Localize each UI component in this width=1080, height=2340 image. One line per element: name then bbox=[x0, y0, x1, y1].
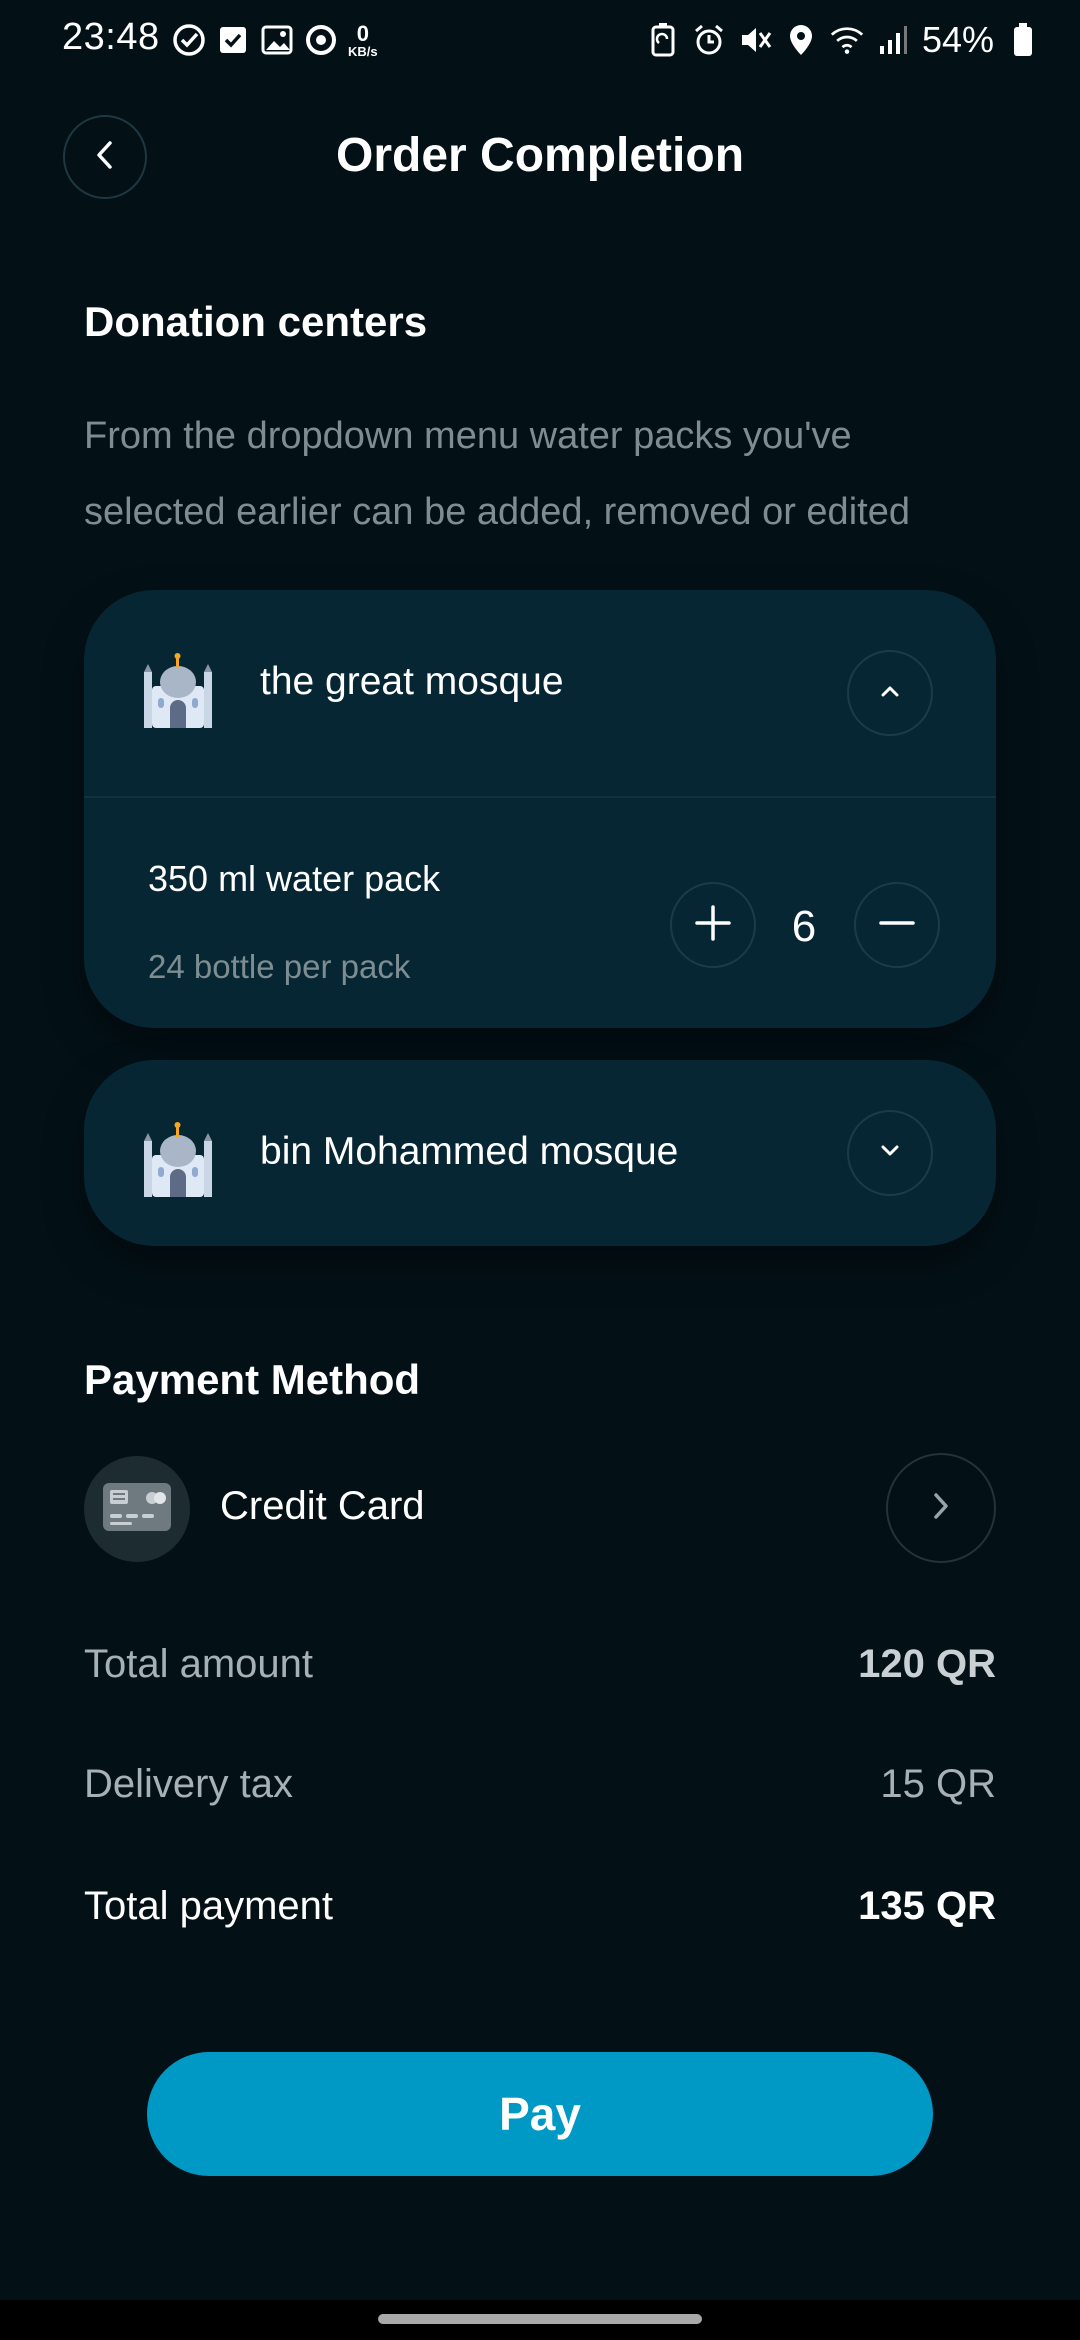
chevron-right-icon bbox=[932, 1491, 950, 1526]
mute-icon bbox=[738, 23, 772, 57]
sync-icon bbox=[304, 23, 338, 57]
plus-icon bbox=[693, 903, 733, 948]
delivery-tax-value: 15 QR bbox=[880, 1762, 996, 1806]
donation-center-name: the great mosque bbox=[260, 660, 564, 703]
card-divider bbox=[84, 796, 996, 798]
wifi-icon bbox=[830, 23, 864, 57]
status-icons-right: 54% bbox=[646, 18, 1040, 62]
network-speed: 0 KB/s bbox=[348, 20, 378, 59]
expand-button[interactable] bbox=[847, 1110, 933, 1196]
donation-centers-title: Donation centers bbox=[84, 298, 428, 345]
check-box-icon bbox=[216, 23, 250, 57]
total-payment-label: Total payment bbox=[84, 1884, 334, 1928]
delivery-tax-label: Delivery tax bbox=[84, 1762, 293, 1806]
payment-method-title: Payment Method bbox=[84, 1356, 421, 1403]
increase-quantity-button[interactable] bbox=[670, 882, 756, 968]
total-amount-value: 120 QR bbox=[858, 1642, 996, 1686]
donation-center-card[interactable]: bin Mohammed mosque bbox=[84, 1060, 996, 1246]
donation-center-name: bin Mohammed mosque bbox=[260, 1130, 679, 1173]
alarm-icon bbox=[692, 23, 726, 57]
check-circle-icon bbox=[172, 23, 206, 57]
credit-card-icon-wrap bbox=[84, 1456, 190, 1562]
signal-icon bbox=[876, 23, 910, 57]
page-title: Order Completion bbox=[335, 129, 745, 182]
total-amount-label: Total amount bbox=[84, 1642, 314, 1686]
battery-icon bbox=[1006, 23, 1040, 57]
status-bar: 23:48 0 KB/s 54% bbox=[0, 0, 1080, 80]
quantity-value: 6 bbox=[791, 902, 817, 951]
mosque-icon bbox=[124, 1105, 220, 1206]
payment-method-label[interactable]: Credit Card bbox=[220, 1484, 425, 1529]
location-icon bbox=[784, 23, 818, 57]
image-icon bbox=[260, 23, 294, 57]
item-subtitle: 24 bottle per pack bbox=[148, 948, 411, 985]
donation-description: From the dropdown menu water packs you'v… bbox=[84, 415, 910, 533]
minus-icon bbox=[877, 903, 917, 948]
status-icons-left: 0 KB/s bbox=[172, 20, 378, 60]
total-payment-value: 135 QR bbox=[858, 1884, 996, 1928]
battery-saver-icon bbox=[646, 23, 680, 57]
credit-card-icon bbox=[102, 1482, 172, 1537]
item-title: 350 ml water pack bbox=[148, 858, 441, 899]
donation-center-card: the great mosque 350 ml water pack 24 bo… bbox=[84, 590, 996, 1028]
collapse-button[interactable] bbox=[847, 650, 933, 736]
mosque-icon bbox=[124, 636, 220, 737]
network-speed-unit: KB/s bbox=[348, 43, 378, 59]
chevron-down-icon bbox=[879, 1144, 901, 1163]
pay-button[interactable]: Pay bbox=[147, 2052, 933, 2176]
decrease-quantity-button[interactable] bbox=[854, 882, 940, 968]
home-indicator[interactable] bbox=[378, 2314, 702, 2324]
battery-percentage: 54% bbox=[921, 19, 994, 60]
payment-method-arrow-button[interactable] bbox=[886, 1453, 996, 1563]
chevron-up-icon bbox=[879, 684, 901, 703]
network-speed-value: 0 bbox=[356, 20, 369, 46]
status-time: 23:48 bbox=[62, 16, 160, 58]
